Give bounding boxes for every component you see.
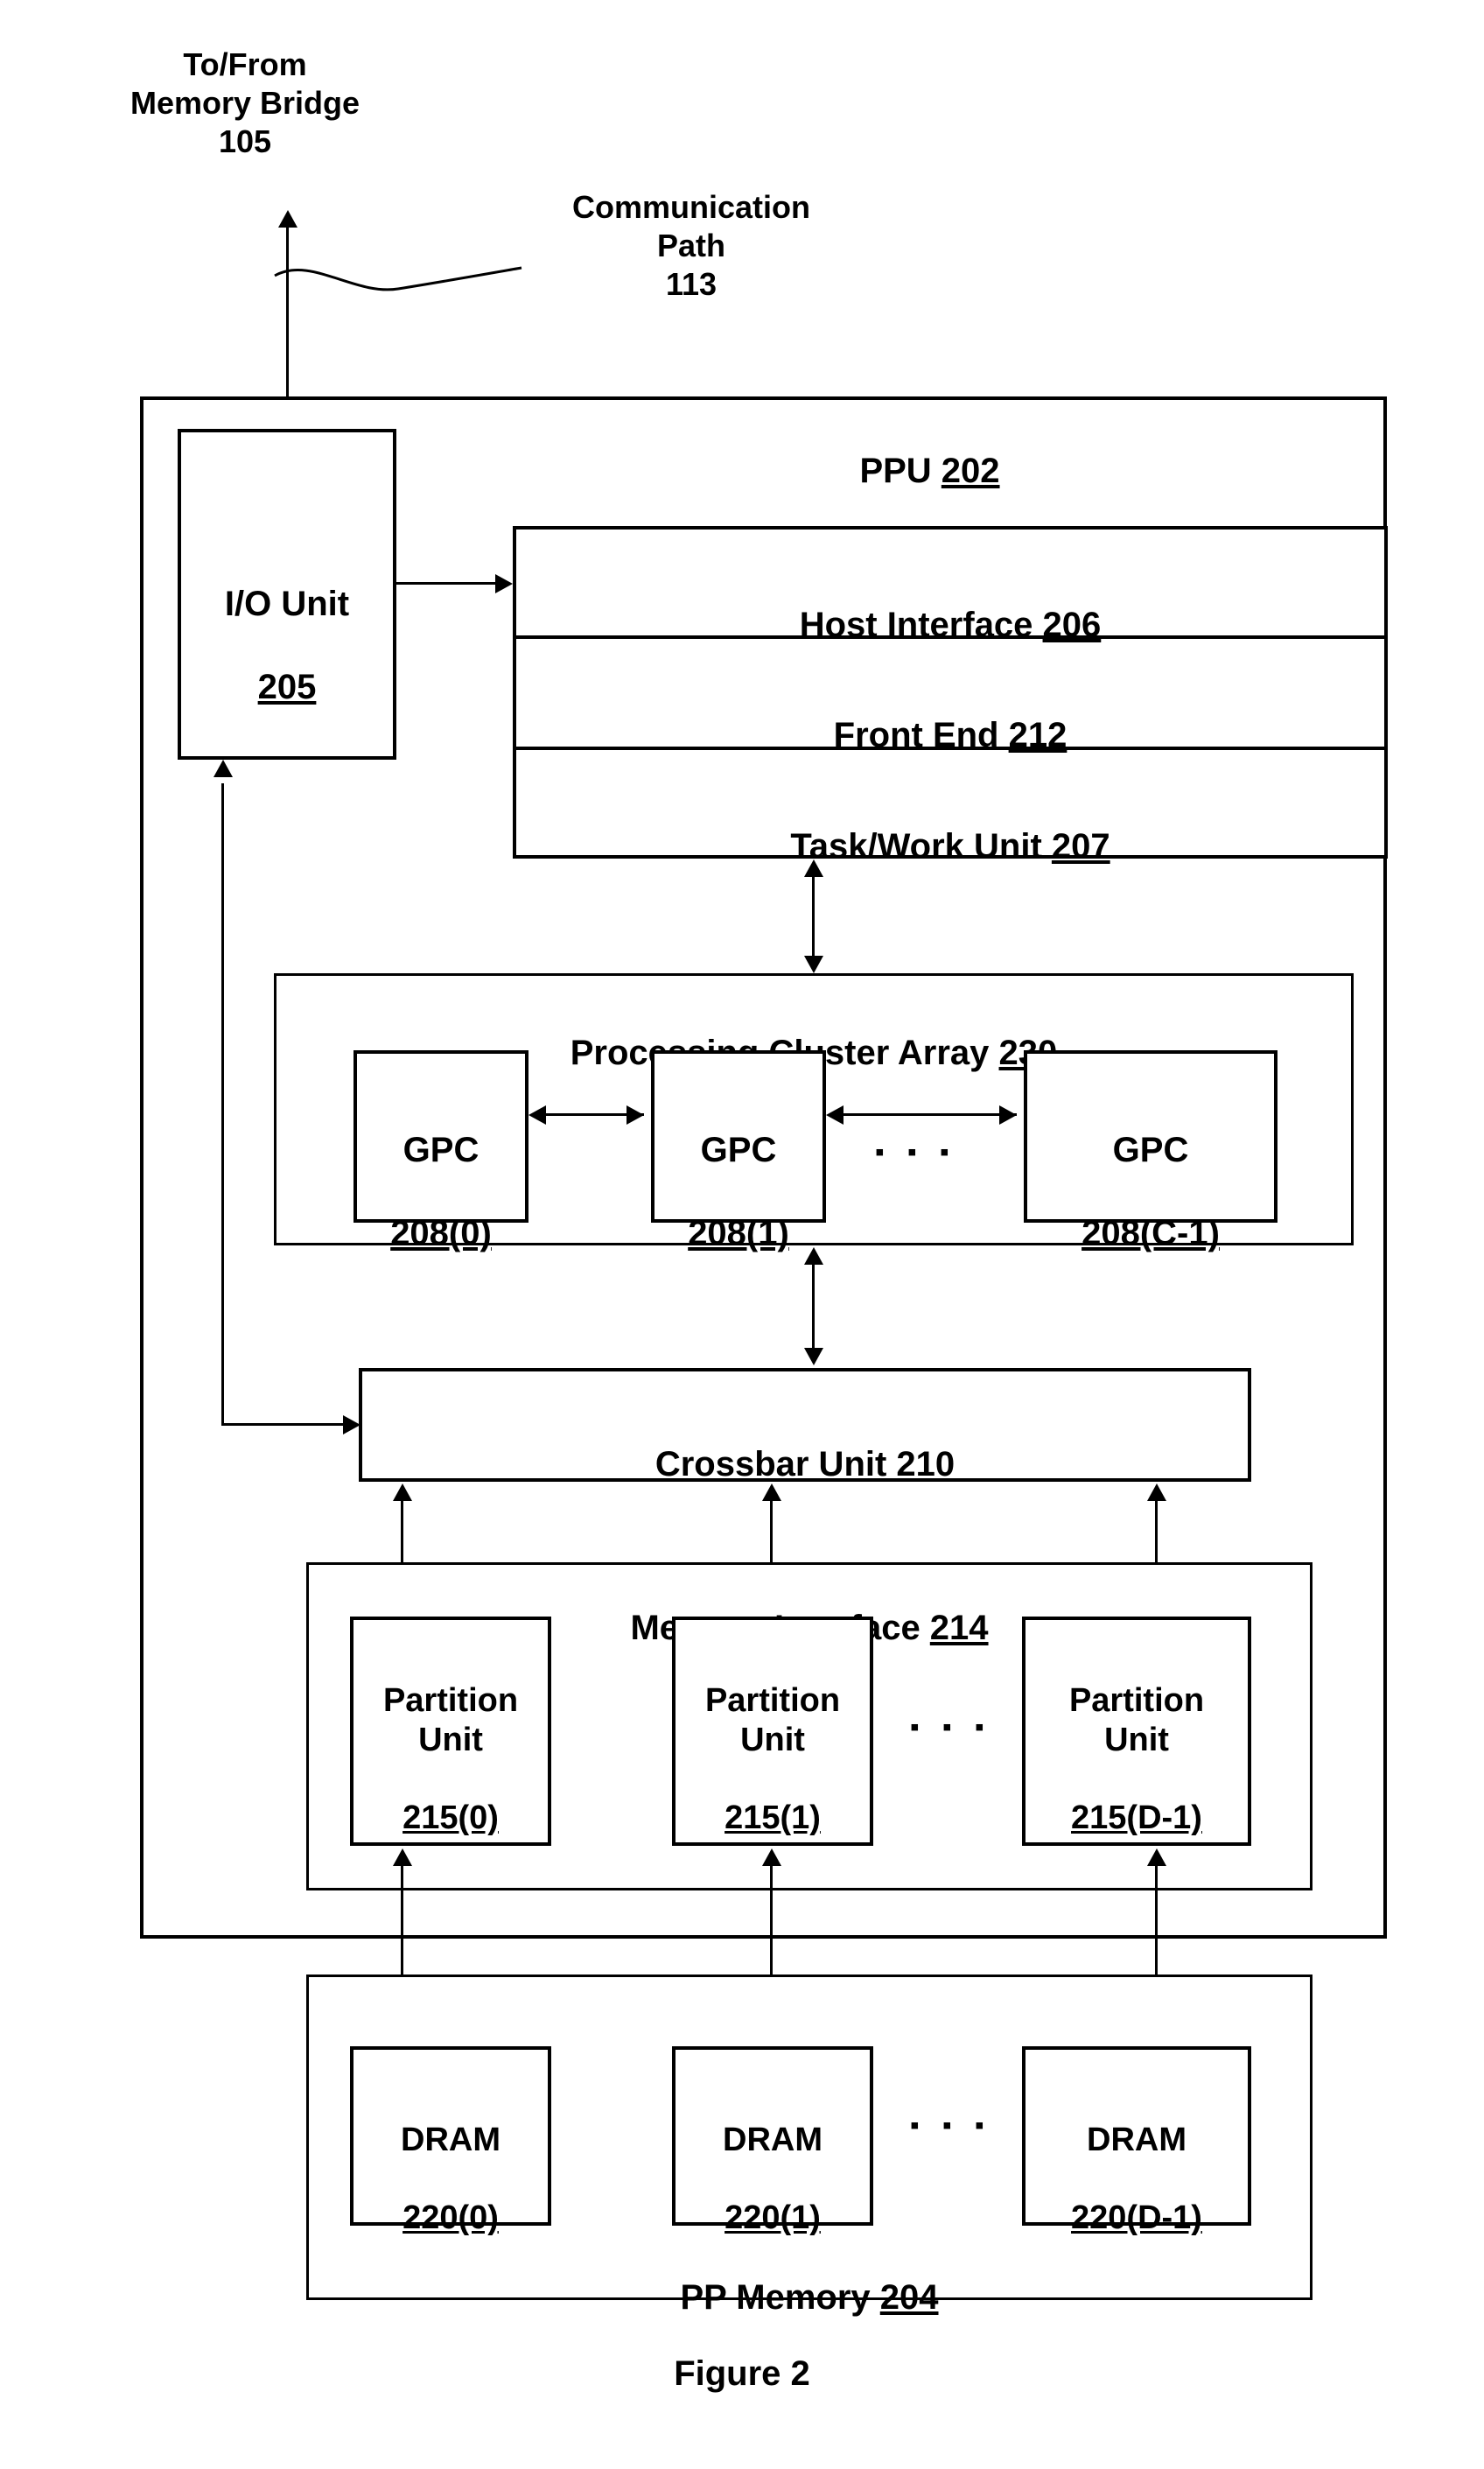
io-to-host-line: [396, 582, 503, 585]
gpc1-gpcn-arrowhead-right: [999, 1105, 1017, 1125]
memory-bridge-arrowhead: [278, 210, 298, 228]
dram-ref-1: 220(1): [724, 2199, 821, 2237]
pp-memory-ref: 204: [879, 2278, 939, 2318]
partition-unit-label-2: Partition Unit 215(D-1): [1022, 1642, 1251, 1838]
ppu-title-ref: 202: [941, 452, 1000, 491]
dram-label-text-1: DRAM: [723, 2121, 822, 2158]
front-end-label-text: Front End: [833, 716, 1009, 755]
pca-to-crossbar-arrowhead-down: [804, 1348, 823, 1365]
dram-label-text-0: DRAM: [401, 2121, 500, 2158]
pca-to-crossbar-line: [812, 1263, 815, 1350]
gpc1-gpcn-line: [833, 1113, 1017, 1116]
gpc-ref-2: 208(C-1): [1082, 1213, 1220, 1252]
memory-interface-ref: 214: [929, 1609, 989, 1648]
gpc-label-1: GPC 208(1): [651, 1089, 826, 1254]
communication-path-label: Communication Path 113: [571, 189, 810, 302]
partition-unit-ref-2: 215(D-1): [1071, 1799, 1202, 1837]
io-unit-label: I/O Unit 205: [178, 543, 396, 708]
crossbar-unit-label: Crossbar Unit 210: [359, 1403, 1251, 1485]
io-unit-feedback-arrowhead: [214, 760, 233, 777]
task-to-pca-line: [812, 875, 815, 958]
dram-label-2: DRAM 220(D-1): [1022, 2081, 1251, 2238]
crossbar-partition-arrowhead-up-1: [762, 1484, 781, 1501]
gpc-label-text-2: GPC: [1112, 1131, 1189, 1170]
task-work-unit-label-text: Task/Work Unit: [790, 827, 1052, 866]
partition-unit-label-text-1: Partition Unit: [704, 1681, 841, 1758]
partition-unit-ref-0: 215(0): [402, 1799, 499, 1837]
memory-bridge-label: To/From Memory Bridge 105: [130, 46, 360, 159]
pp-memory-label: PP Memory 204: [306, 2236, 1312, 2318]
partition-dram-arrowhead-up-2: [1147, 1848, 1166, 1866]
front-end-label: Front End 212: [513, 674, 1388, 756]
task-work-unit-label: Task/Work Unit 207: [513, 785, 1388, 867]
dram-label-0: DRAM 220(0): [350, 2081, 551, 2238]
task-to-pca-arrowhead-down: [804, 956, 823, 973]
task-to-pca-arrowhead-up: [804, 859, 823, 877]
pp-memory-label-text: PP Memory: [680, 2278, 880, 2318]
partition-unit-label-0: Partition Unit 215(0): [350, 1642, 551, 1838]
partition-unit-label-text-0: Partition Unit: [382, 1681, 519, 1758]
pca-to-crossbar-arrowhead-up: [804, 1247, 823, 1265]
gpc-ref-1: 208(1): [688, 1213, 789, 1252]
gpc-label-text-1: GPC: [700, 1131, 777, 1170]
crossbar-unit-ref: 210: [896, 1445, 956, 1484]
gpc0-gpc1-arrowhead-left: [528, 1105, 546, 1125]
gpc0-gpc1-arrowhead-right: [626, 1105, 644, 1125]
gpc-ellipsis: ▪ ▪ ▪: [875, 1138, 957, 1167]
dram-ref-2: 220(D-1): [1071, 2199, 1202, 2237]
dram-label-1: DRAM 220(1): [672, 2081, 873, 2238]
host-interface-label-text: Host Interface: [799, 606, 1043, 645]
gpc-label-text-0: GPC: [402, 1131, 480, 1170]
crossbar-feedback-horizontal: [221, 1423, 353, 1426]
partition-unit-label-text-2: Partition Unit: [1068, 1681, 1205, 1758]
dram-ref-0: 220(0): [402, 2199, 499, 2237]
patent-figure-canvas: To/From Memory Bridge 105 Communication …: [0, 0, 1484, 2469]
front-end-ref: 212: [1008, 716, 1068, 755]
crossbar-feedback-arrowhead: [343, 1415, 360, 1434]
gpc-label-2: GPC 208(C-1): [1024, 1089, 1278, 1254]
crossbar-partition-arrowhead-up-2: [1147, 1484, 1166, 1501]
crossbar-unit-label-text: Crossbar Unit: [654, 1445, 897, 1484]
io-unit-ref: 205: [257, 667, 317, 706]
gpc-label-0: GPC 208(0): [354, 1089, 528, 1254]
dram-ellipsis: ▪ ▪ ▪: [910, 2111, 992, 2140]
crossbar-feedback-vertical: [221, 783, 224, 1424]
host-interface-ref: 206: [1042, 606, 1102, 645]
io-to-host-arrowhead: [495, 574, 513, 593]
partition-unit-ellipsis: ▪ ▪ ▪: [910, 1713, 992, 1742]
host-interface-label: Host Interface 206: [513, 564, 1388, 646]
task-work-unit-ref: 207: [1051, 827, 1110, 866]
gpc1-gpcn-arrowhead-left: [826, 1105, 844, 1125]
gpc-ref-0: 208(0): [390, 1213, 492, 1252]
partition-dram-arrowhead-up-1: [762, 1848, 781, 1866]
dram-label-text-2: DRAM: [1087, 2121, 1186, 2158]
partition-unit-ref-1: 215(1): [724, 1799, 821, 1837]
crossbar-partition-arrowhead-up-0: [393, 1484, 412, 1501]
io-unit-label-text: I/O Unit: [224, 585, 350, 624]
partition-unit-label-1: Partition Unit 215(1): [672, 1642, 873, 1838]
partition-dram-arrowhead-up-0: [393, 1848, 412, 1866]
ppu-title-text: PPU: [859, 452, 942, 491]
figure-caption: Figure 2: [674, 2354, 810, 2393]
memory-bridge-connector-line: [286, 226, 289, 401]
communication-path-leader-line: [274, 266, 522, 291]
